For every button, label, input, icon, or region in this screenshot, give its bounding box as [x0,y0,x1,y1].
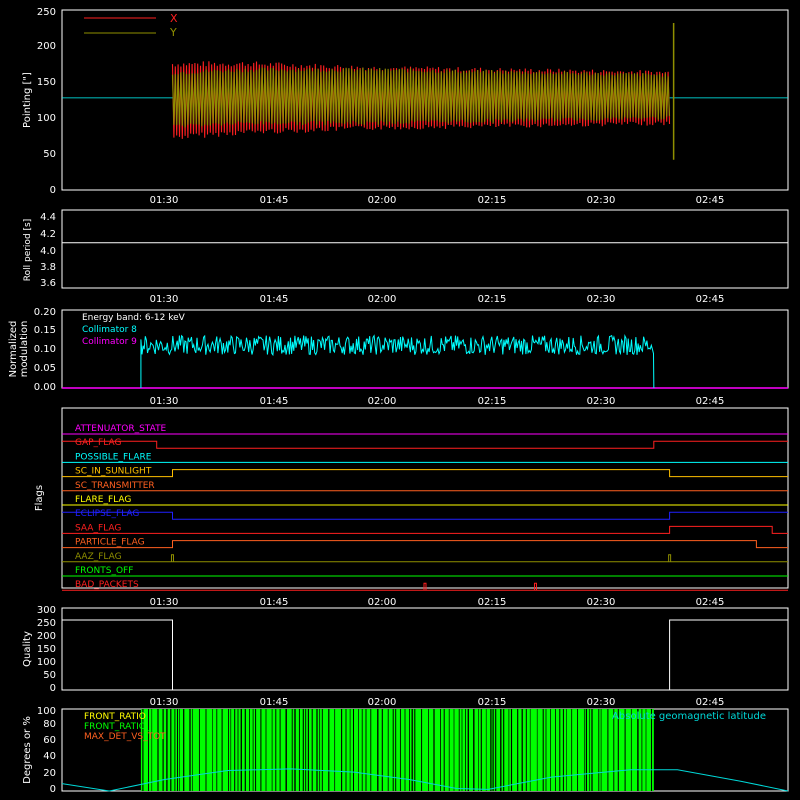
degrees-geomag-annotation: Absolute geomagnetic latitude [612,711,766,722]
roll-ytick: 4.4 [40,212,56,223]
roll-ytick: 4.2 [40,229,56,240]
roll-ytick: 3.8 [40,262,56,273]
flags-xtick: 02:15 [478,597,507,608]
pointing-ytick: 250 [37,7,56,18]
pointing-ylabel: Pointing ["] [22,72,33,128]
spacecraft-status-figure: Pointing ["] 0 50 100 150 200 250 X Y 01… [0,0,800,800]
quality-xtick: 01:30 [150,697,179,708]
roll-xtick: 02:00 [368,294,397,305]
roll-xtick: 02:30 [587,294,616,305]
pointing-ytick: 0 [50,185,56,196]
flag-label-flare-flag: FLARE_FLAG [75,495,131,505]
modulation-ytick: 0.15 [34,325,56,336]
modulation-ytick: 0.10 [34,344,56,355]
flag-label-sc-transmitter: SC_TRANSMITTER [75,481,155,491]
degrees-ytick: 80 [43,719,56,730]
degrees-ytick: 60 [43,735,56,746]
degrees-legend-front-ratio: FRONT_RATIO [84,712,146,722]
roll-xtick: 01:45 [260,294,289,305]
pointing-xtick: 02:15 [478,195,507,206]
pointing-xtick: 02:30 [587,195,616,206]
pointing-ytick: 200 [37,41,56,52]
flags-xtick: 02:30 [587,597,616,608]
modulation-xtick: 01:45 [260,396,289,407]
flags-xtick: 01:30 [150,597,179,608]
roll-xtick: 02:45 [696,294,725,305]
roll-ylabel: Roll period [s] [23,219,33,281]
degrees-ytick: 100 [37,706,56,717]
flags-xtick: 02:00 [368,597,397,608]
pointing-ytick: 50 [43,149,56,160]
degrees-legend-max-det: MAX_DET_VS_TOT [84,732,166,742]
roll-xtick: 01:30 [150,294,179,305]
modulation-legend-coll9: Collimator 9 [82,337,137,347]
pointing-legend-y-label: Y [169,26,177,39]
flag-label-gap-flag: GAP_FLAG [75,438,121,448]
flags-ylabel: Flags [34,485,45,511]
flag-label-possible-flare: POSSIBLE_FLARE [75,452,152,462]
flag-label-attenuator-state: ATTENUATOR_STATE [75,424,167,434]
modulation-xtick: 02:15 [478,396,507,407]
flag-label-saa-flag: SAA_FLAG [75,523,121,533]
modulation-ytick: 0.05 [34,363,56,374]
modulation-xtick: 02:30 [587,396,616,407]
quality-xtick: 01:45 [260,697,289,708]
pointing-xtick: 01:45 [260,195,289,206]
degrees-ytick: 20 [43,768,56,779]
flags-xtick: 01:45 [260,597,289,608]
flag-label-fronts-off: FRONTS_OFF [75,566,133,576]
pointing-xtick: 02:00 [368,195,397,206]
quality-xtick: 02:00 [368,697,397,708]
quality-ytick: 0 [50,683,56,694]
quality-xtick: 02:15 [478,697,507,708]
modulation-ytick: 0.00 [34,382,56,393]
pointing-xtick: 01:30 [150,195,179,206]
degrees-legend-front-ratio-2: FRONT_RATIO_ [84,722,151,732]
quality-ytick: 50 [43,670,56,681]
pointing-ytick: 150 [37,77,56,88]
degrees-ytick: 40 [43,751,56,762]
quality-ytick: 250 [37,618,56,629]
degrees-ylabel: Degrees or % [22,716,33,784]
modulation-ytick: 0.20 [34,307,56,318]
flag-label-eclipse-flag: ECLIPSE_FLAG [75,509,139,519]
quality-ytick: 150 [37,644,56,655]
modulation-ylabel-line1: Normalized [8,321,19,378]
flags-xtick: 02:45 [696,597,725,608]
modulation-xtick: 02:45 [696,396,725,407]
roll-xtick: 02:15 [478,294,507,305]
quality-ytick: 100 [37,657,56,668]
flag-label-aaz-flag: AAZ_FLAG [75,552,122,562]
modulation-energy-annotation: Energy band: 6-12 keV [82,313,186,323]
quality-ytick: 200 [37,631,56,642]
quality-xtick: 02:30 [587,697,616,708]
flag-label-particle-flag: PARTICLE_FLAG [75,538,145,548]
modulation-xtick: 02:00 [368,396,397,407]
degrees-ytick: 0 [50,784,56,795]
pointing-legend-x-label: X [170,12,178,25]
roll-ytick: 4.0 [40,246,56,257]
modulation-ylabel-line2: modulation [19,321,30,378]
pointing-ytick: 100 [37,113,56,124]
roll-ytick: 3.6 [40,278,56,289]
flag-label-bad-packets: BAD_PACKETS [75,580,139,590]
front-ratio-band [140,709,654,791]
modulation-legend-coll8: Collimator 8 [82,325,137,335]
modulation-xtick: 01:30 [150,396,179,407]
quality-ytick: 300 [37,605,56,616]
quality-xtick: 02:45 [696,697,725,708]
quality-ylabel: Quality [22,631,33,667]
flag-label-sc-in-sunlight: SC_IN_SUNLIGHT [75,467,152,477]
pointing-xtick: 02:45 [696,195,725,206]
